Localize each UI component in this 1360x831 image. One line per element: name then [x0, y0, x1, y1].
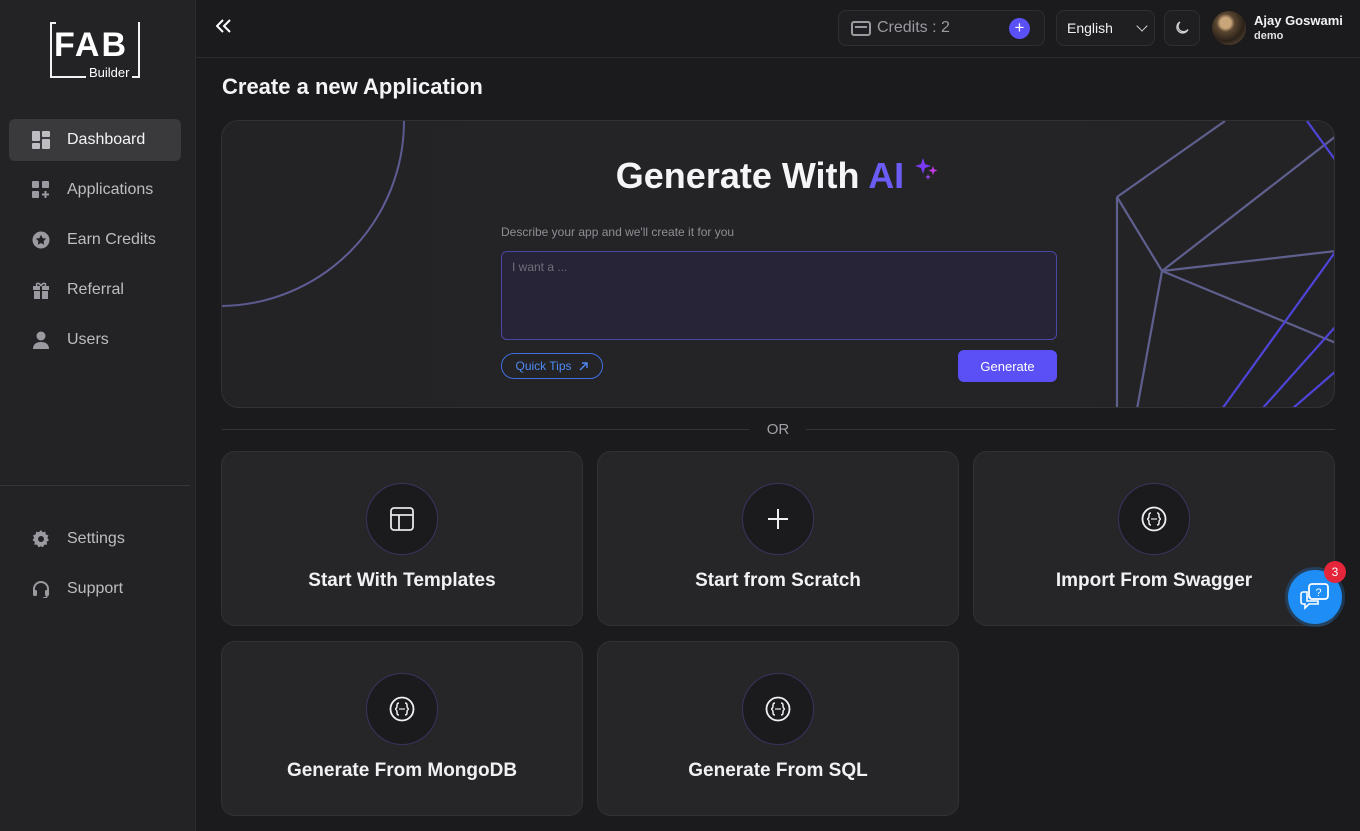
credits-label: Credits : 2: [877, 19, 950, 36]
double-chevron-left-icon[interactable]: [215, 18, 236, 38]
user-name: Ajay Goswami: [1254, 13, 1343, 28]
user-role: demo: [1254, 30, 1284, 42]
page-title: Create a new Application: [222, 74, 483, 99]
theme-toggle-button[interactable]: [1164, 10, 1200, 46]
sidebar: FAB Builder Dashboard Applications Earn …: [0, 0, 196, 831]
sidebar-item-label: Users: [67, 331, 109, 348]
sparkle-icon: [915, 158, 938, 180]
gift-icon: [31, 280, 51, 300]
sidebar-item-applications[interactable]: Applications: [9, 169, 181, 211]
ai-title-highlight: AI: [868, 155, 905, 196]
chevron-down-icon: [1136, 20, 1148, 32]
code-braces-icon: [366, 673, 438, 745]
dashboard-icon: [31, 130, 51, 150]
app-description-input[interactable]: I want a ...: [501, 251, 1057, 340]
notification-badge: 3: [1324, 561, 1346, 583]
arrow-up-right-icon: [579, 361, 588, 370]
user-icon: [31, 330, 51, 350]
avatar[interactable]: [1212, 11, 1246, 45]
sidebar-item-settings[interactable]: Settings: [9, 518, 181, 560]
ai-description: Describe your app and we'll create it fo…: [501, 225, 735, 239]
applications-icon: [31, 180, 51, 200]
card-label: Start With Templates: [308, 570, 496, 591]
sidebar-item-label: Referral: [67, 281, 124, 298]
or-separator: OR: [222, 420, 1335, 440]
generate-from-sql-card[interactable]: Generate From SQL: [597, 641, 959, 816]
sidebar-item-dashboard[interactable]: Dashboard: [9, 119, 181, 161]
import-from-swagger-card[interactable]: Import From Swagger: [973, 451, 1335, 626]
svg-text:?: ?: [1315, 587, 1321, 599]
card-label: Generate From MongoDB: [286, 760, 518, 781]
credits-display: Credits : 2 +: [838, 10, 1045, 46]
divider-line: [222, 429, 749, 430]
logo-main-text: FAB: [54, 26, 128, 64]
code-braces-icon: [1118, 483, 1190, 555]
template-icon: [366, 483, 438, 555]
sidebar-item-label: Settings: [67, 530, 125, 547]
sidebar-item-earn-credits[interactable]: Earn Credits: [9, 219, 181, 261]
fab-builder-logo[interactable]: FAB Builder: [50, 22, 142, 80]
ai-title-prefix: Generate With: [615, 155, 860, 196]
gear-icon: [31, 529, 51, 549]
ai-title: Generate With AI: [222, 155, 1334, 197]
card-label: Generate From SQL: [688, 760, 868, 781]
or-label: OR: [766, 421, 790, 438]
sidebar-item-label: Support: [67, 580, 124, 597]
card-label: Start from Scratch: [695, 570, 861, 591]
quick-tips-button[interactable]: Quick Tips: [501, 353, 603, 379]
moon-icon: [1176, 21, 1189, 34]
sidebar-item-users[interactable]: Users: [9, 319, 181, 361]
sidebar-item-label: Earn Credits: [67, 231, 156, 248]
start-from-scratch-card[interactable]: Start from Scratch: [597, 451, 959, 626]
generate-from-mongodb-card[interactable]: Generate From MongoDB: [221, 641, 583, 816]
sidebar-divider: [0, 485, 190, 486]
add-credits-button[interactable]: +: [1009, 18, 1030, 39]
credit-card-icon: [851, 20, 871, 36]
quick-tips-label: Quick Tips: [515, 359, 572, 373]
sidebar-item-label: Applications: [67, 181, 154, 198]
sidebar-item-referral[interactable]: Referral: [9, 269, 181, 311]
star-icon: [31, 230, 51, 250]
sidebar-item-label: Dashboard: [67, 131, 146, 148]
generate-with-ai-panel: Generate With AI Describe your app and w…: [221, 120, 1335, 408]
card-label: Import From Swagger: [1055, 570, 1253, 591]
topbar: Credits : 2 + English Ajay Goswami demo: [196, 0, 1360, 58]
generate-button[interactable]: Generate: [958, 350, 1057, 382]
start-with-templates-card[interactable]: Start With Templates: [221, 451, 583, 626]
code-braces-icon: [742, 673, 814, 745]
sidebar-bottom-nav: Settings Support: [9, 518, 181, 618]
language-value: English: [1067, 20, 1113, 36]
divider-line: [806, 429, 1335, 430]
language-select[interactable]: English: [1056, 10, 1155, 46]
logo-sub-text: Builder: [86, 66, 133, 80]
chat-help-icon: ?: [1300, 583, 1329, 610]
headset-icon: [31, 579, 51, 599]
plus-icon: [742, 483, 814, 555]
sidebar-nav: Dashboard Applications Earn Credits Refe…: [9, 119, 181, 369]
sidebar-item-support[interactable]: Support: [9, 568, 181, 610]
